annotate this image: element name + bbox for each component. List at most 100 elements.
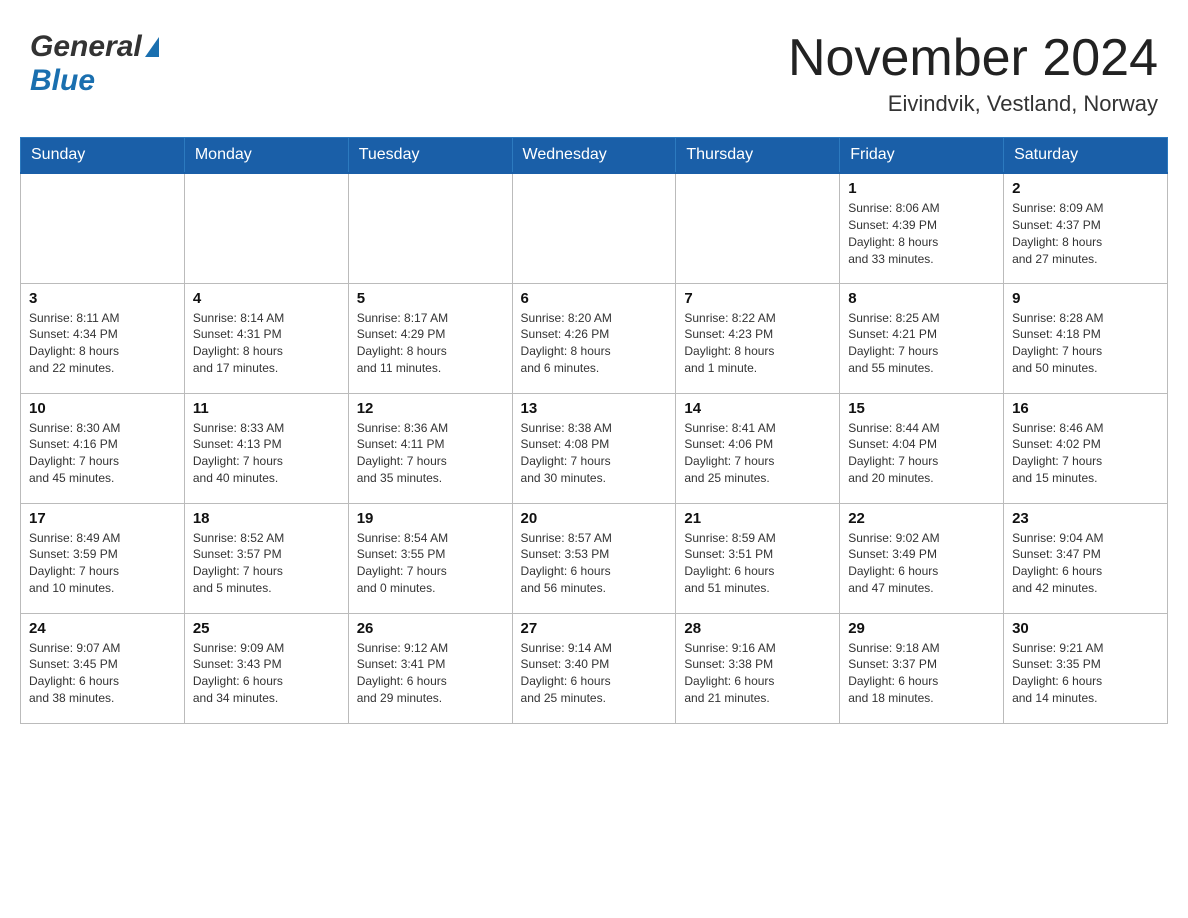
calendar-cell (348, 173, 512, 283)
calendar-cell: 9 Sunrise: 8:28 AM Sunset: 4:18 PM Daylig… (1004, 283, 1168, 393)
day-info: Sunrise: 9:21 AM Sunset: 3:35 PM Dayligh… (1012, 640, 1159, 707)
calendar-cell: 5 Sunrise: 8:17 AM Sunset: 4:29 PM Daylig… (348, 283, 512, 393)
day-info: Sunrise: 8:11 AM Sunset: 4:34 PM Dayligh… (29, 310, 176, 377)
week-row-3: 10 Sunrise: 8:30 AM Sunset: 4:16 PM Dayli… (21, 393, 1168, 503)
calendar-body: 1 Sunrise: 8:06 AM Sunset: 4:39 PM Daylig… (21, 173, 1168, 723)
day-number: 8 (848, 290, 995, 307)
day-info: Sunrise: 8:17 AM Sunset: 4:29 PM Dayligh… (357, 310, 504, 377)
weekday-wednesday: Wednesday (512, 138, 676, 174)
day-info: Sunrise: 9:12 AM Sunset: 3:41 PM Dayligh… (357, 640, 504, 707)
calendar-cell (512, 173, 676, 283)
weekday-monday: Monday (184, 138, 348, 174)
day-info: Sunrise: 9:04 AM Sunset: 3:47 PM Dayligh… (1012, 530, 1159, 597)
day-number: 11 (193, 400, 340, 417)
weekday-thursday: Thursday (676, 138, 840, 174)
day-number: 18 (193, 510, 340, 527)
calendar-cell: 3 Sunrise: 8:11 AM Sunset: 4:34 PM Daylig… (21, 283, 185, 393)
day-info: Sunrise: 8:59 AM Sunset: 3:51 PM Dayligh… (684, 530, 831, 597)
day-number: 9 (1012, 290, 1159, 307)
calendar-cell: 6 Sunrise: 8:20 AM Sunset: 4:26 PM Daylig… (512, 283, 676, 393)
day-info: Sunrise: 8:49 AM Sunset: 3:59 PM Dayligh… (29, 530, 176, 597)
calendar-cell: 17 Sunrise: 8:49 AM Sunset: 3:59 PM Dayli… (21, 503, 185, 613)
calendar-cell: 2Sunrise: 8:09 AM Sunset: 4:37 PM Daylig… (1004, 173, 1168, 283)
weekday-sunday: Sunday (21, 138, 185, 174)
day-number: 7 (684, 290, 831, 307)
day-number: 17 (29, 510, 176, 527)
day-info: Sunrise: 8:28 AM Sunset: 4:18 PM Dayligh… (1012, 310, 1159, 377)
calendar-cell: 25 Sunrise: 9:09 AM Sunset: 3:43 PM Dayli… (184, 613, 348, 723)
calendar-cell: 19Sunrise: 8:54 AM Sunset: 3:55 PM Dayli… (348, 503, 512, 613)
day-number: 26 (357, 620, 504, 637)
day-info: Sunrise: 8:46 AM Sunset: 4:02 PM Dayligh… (1012, 420, 1159, 487)
calendar-cell: 26 Sunrise: 9:12 AM Sunset: 3:41 PM Dayli… (348, 613, 512, 723)
calendar-cell: 13 Sunrise: 8:38 AM Sunset: 4:08 PM Dayli… (512, 393, 676, 503)
calendar-cell: 29 Sunrise: 9:18 AM Sunset: 3:37 PM Dayli… (840, 613, 1004, 723)
day-info: Sunrise: 8:06 AM Sunset: 4:39 PM Dayligh… (848, 200, 995, 267)
weekday-header-row: SundayMondayTuesdayWednesdayThursdayFrid… (21, 138, 1168, 174)
day-number: 15 (848, 400, 995, 417)
day-info: Sunrise: 8:30 AM Sunset: 4:16 PM Dayligh… (29, 420, 176, 487)
calendar-cell: 15Sunrise: 8:44 AM Sunset: 4:04 PM Dayli… (840, 393, 1004, 503)
day-info: Sunrise: 9:09 AM Sunset: 3:43 PM Dayligh… (193, 640, 340, 707)
day-number: 24 (29, 620, 176, 637)
day-number: 29 (848, 620, 995, 637)
day-number: 22 (848, 510, 995, 527)
calendar-cell: 27 Sunrise: 9:14 AM Sunset: 3:40 PM Dayli… (512, 613, 676, 723)
weekday-tuesday: Tuesday (348, 138, 512, 174)
day-number: 12 (357, 400, 504, 417)
logo-general-text: General (30, 30, 142, 64)
weekday-saturday: Saturday (1004, 138, 1168, 174)
day-info: Sunrise: 8:36 AM Sunset: 4:11 PM Dayligh… (357, 420, 504, 487)
calendar-cell: 28Sunrise: 9:16 AM Sunset: 3:38 PM Dayli… (676, 613, 840, 723)
day-info: Sunrise: 8:14 AM Sunset: 4:31 PM Dayligh… (193, 310, 340, 377)
day-info: Sunrise: 9:02 AM Sunset: 3:49 PM Dayligh… (848, 530, 995, 597)
day-info: Sunrise: 8:41 AM Sunset: 4:06 PM Dayligh… (684, 420, 831, 487)
day-number: 4 (193, 290, 340, 307)
day-number: 14 (684, 400, 831, 417)
day-info: Sunrise: 8:20 AM Sunset: 4:26 PM Dayligh… (521, 310, 668, 377)
day-number: 13 (521, 400, 668, 417)
calendar-cell: 23 Sunrise: 9:04 AM Sunset: 3:47 PM Dayli… (1004, 503, 1168, 613)
day-number: 30 (1012, 620, 1159, 637)
day-number: 27 (521, 620, 668, 637)
day-number: 1 (848, 180, 995, 197)
day-info: Sunrise: 8:57 AM Sunset: 3:53 PM Dayligh… (521, 530, 668, 597)
calendar-cell: 11 Sunrise: 8:33 AM Sunset: 4:13 PM Dayli… (184, 393, 348, 503)
week-row-4: 17 Sunrise: 8:49 AM Sunset: 3:59 PM Dayli… (21, 503, 1168, 613)
calendar-cell (184, 173, 348, 283)
calendar-cell: 10 Sunrise: 8:30 AM Sunset: 4:16 PM Dayli… (21, 393, 185, 503)
logo-triangle-icon (145, 37, 159, 57)
day-info: Sunrise: 8:33 AM Sunset: 4:13 PM Dayligh… (193, 420, 340, 487)
day-number: 5 (357, 290, 504, 307)
calendar-cell: 20Sunrise: 8:57 AM Sunset: 3:53 PM Dayli… (512, 503, 676, 613)
day-info: Sunrise: 9:07 AM Sunset: 3:45 PM Dayligh… (29, 640, 176, 707)
week-row-1: 1 Sunrise: 8:06 AM Sunset: 4:39 PM Daylig… (21, 173, 1168, 283)
day-info: Sunrise: 8:38 AM Sunset: 4:08 PM Dayligh… (521, 420, 668, 487)
day-info: Sunrise: 8:52 AM Sunset: 3:57 PM Dayligh… (193, 530, 340, 597)
day-number: 6 (521, 290, 668, 307)
calendar-cell (21, 173, 185, 283)
day-number: 21 (684, 510, 831, 527)
calendar-cell: 16Sunrise: 8:46 AM Sunset: 4:02 PM Dayli… (1004, 393, 1168, 503)
calendar-cell: 18 Sunrise: 8:52 AM Sunset: 3:57 PM Dayli… (184, 503, 348, 613)
calendar-cell: 14 Sunrise: 8:41 AM Sunset: 4:06 PM Dayli… (676, 393, 840, 503)
day-number: 10 (29, 400, 176, 417)
logo-blue-text: Blue (30, 64, 95, 97)
calendar-header: SundayMondayTuesdayWednesdayThursdayFrid… (21, 138, 1168, 174)
day-number: 3 (29, 290, 176, 307)
day-number: 28 (684, 620, 831, 637)
week-row-2: 3 Sunrise: 8:11 AM Sunset: 4:34 PM Daylig… (21, 283, 1168, 393)
day-info: Sunrise: 9:14 AM Sunset: 3:40 PM Dayligh… (521, 640, 668, 707)
day-info: Sunrise: 9:18 AM Sunset: 3:37 PM Dayligh… (848, 640, 995, 707)
location: Eivindvik, Vestland, Norway (788, 91, 1158, 117)
calendar: SundayMondayTuesdayWednesdayThursdayFrid… (20, 137, 1168, 724)
day-info: Sunrise: 8:25 AM Sunset: 4:21 PM Dayligh… (848, 310, 995, 377)
week-row-5: 24 Sunrise: 9:07 AM Sunset: 3:45 PM Dayli… (21, 613, 1168, 723)
day-number: 23 (1012, 510, 1159, 527)
calendar-cell: 4 Sunrise: 8:14 AM Sunset: 4:31 PM Daylig… (184, 283, 348, 393)
day-number: 25 (193, 620, 340, 637)
calendar-cell: 21 Sunrise: 8:59 AM Sunset: 3:51 PM Dayli… (676, 503, 840, 613)
day-info: Sunrise: 8:09 AM Sunset: 4:37 PM Dayligh… (1012, 200, 1159, 267)
calendar-cell: 1 Sunrise: 8:06 AM Sunset: 4:39 PM Daylig… (840, 173, 1004, 283)
page-header: General Blue November 2024 Eivindvik, Ve… (20, 20, 1168, 117)
